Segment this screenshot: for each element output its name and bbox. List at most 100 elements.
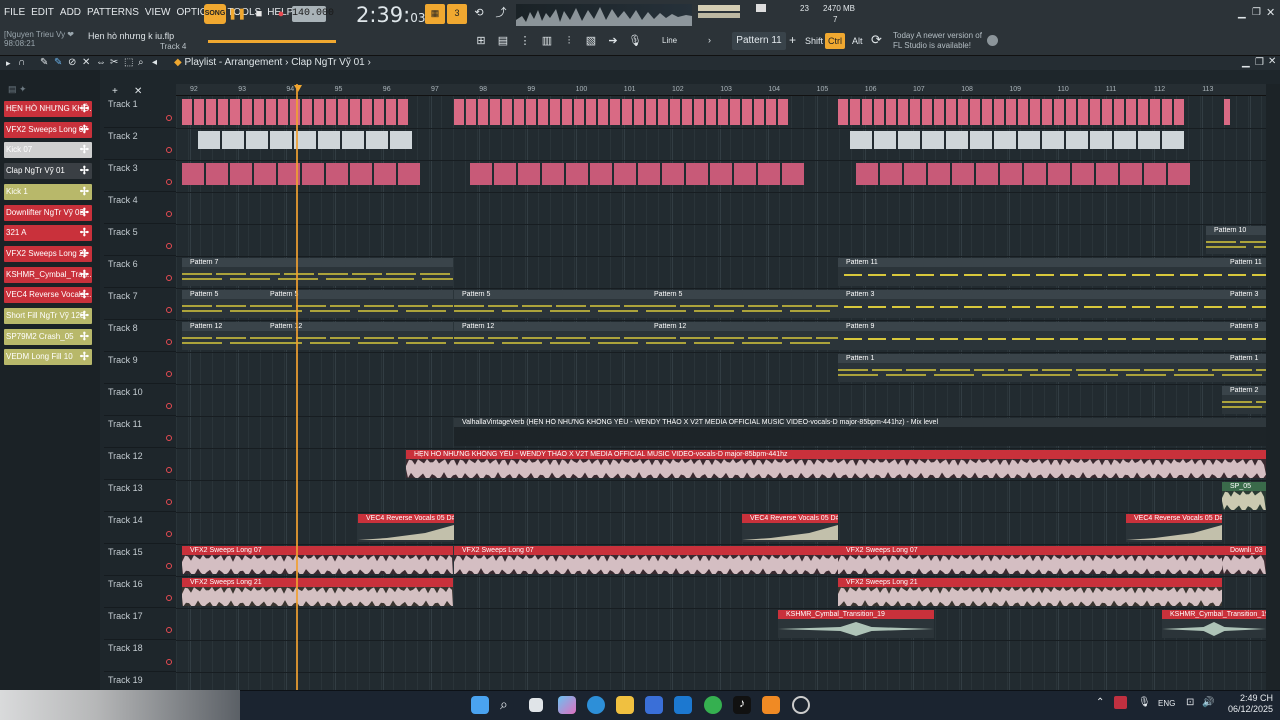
pattern-block[interactable] xyxy=(1078,99,1088,125)
pattern-block[interactable] xyxy=(350,99,360,125)
channel-add-icon[interactable]: ✢ xyxy=(80,184,89,200)
picker-tabs[interactable]: ▤ ✦ xyxy=(8,84,27,95)
master-position-slider[interactable] xyxy=(208,40,336,43)
pattern-block[interactable] xyxy=(634,99,644,125)
playlist-clip[interactable]: Pattern 2 xyxy=(1222,386,1266,414)
track-record-icon[interactable] xyxy=(166,595,172,601)
playlist-clip[interactable]: VFX2 Sweeps Long 21 xyxy=(182,578,453,606)
channel-item[interactable]: Kick 1 ✢ xyxy=(4,183,92,200)
playlist-clip[interactable]: Pattern 5 xyxy=(262,290,453,318)
track-header[interactable]: Track 6 xyxy=(104,256,176,288)
draw-icon[interactable]: ✎ xyxy=(40,57,48,68)
channel-item[interactable]: KSHMR_Cymbal_Tran... ✢ xyxy=(4,266,92,283)
pattern-block[interactable] xyxy=(898,99,908,125)
pattern-block[interactable] xyxy=(182,163,204,185)
channel-add-icon[interactable]: ✢ xyxy=(80,101,89,117)
track-header[interactable]: Track 14 xyxy=(104,512,176,544)
playlist-clip[interactable]: Pattern 12 xyxy=(646,322,838,350)
slice-icon[interactable]: ✂ xyxy=(110,57,118,68)
track-header[interactable]: Track 13 xyxy=(104,480,176,512)
pattern-block[interactable] xyxy=(758,163,780,185)
paint-icon[interactable]: ✎ xyxy=(54,57,62,68)
track-header[interactable]: Track 17 xyxy=(104,608,176,640)
playlist-clip[interactable]: Pattern 12 xyxy=(262,322,453,350)
pattern-block[interactable] xyxy=(1090,99,1100,125)
stop-icon[interactable]: ■ xyxy=(250,5,268,23)
tiktok-icon[interactable]: ♪ xyxy=(733,696,751,714)
pattern-block[interactable] xyxy=(1114,131,1136,149)
pattern-block[interactable] xyxy=(478,99,488,125)
channel-item[interactable]: VFX2 Sweeps Long 07 ✢ xyxy=(4,121,92,138)
magnet-icon[interactable]: ∩ xyxy=(18,57,25,68)
pattern-block[interactable] xyxy=(326,99,336,125)
pattern-block[interactable] xyxy=(526,99,536,125)
pattern-next-icon[interactable]: › xyxy=(708,35,711,45)
track-record-icon[interactable] xyxy=(166,659,172,665)
pattern-block[interactable] xyxy=(1024,163,1046,185)
pitch-slider[interactable] xyxy=(698,13,740,18)
track-header[interactable]: Track 12 xyxy=(104,448,176,480)
playlist-clip[interactable]: Pattern 12 xyxy=(454,322,646,350)
pattern-block[interactable] xyxy=(610,99,620,125)
pattern-block[interactable] xyxy=(838,99,848,125)
pattern-block[interactable] xyxy=(856,163,878,185)
pattern-block[interactable] xyxy=(574,99,584,125)
add-pattern-icon[interactable]: + xyxy=(789,33,796,47)
song-mode-toggle[interactable]: SONG xyxy=(204,4,226,24)
pattern-block[interactable] xyxy=(302,99,312,125)
playlist-clip[interactable]: VFX2 Sweeps Long 21 xyxy=(838,578,1222,606)
news-icon[interactable]: ⟳ xyxy=(871,32,882,48)
speaker-icon[interactable]: 🔊 xyxy=(1202,697,1214,708)
browser-icon[interactable]: ▧ xyxy=(582,32,600,50)
explorer-icon[interactable] xyxy=(616,696,634,714)
alt-key[interactable]: Alt xyxy=(849,33,866,49)
track-header[interactable]: Track 15 xyxy=(104,544,176,576)
track-record-icon[interactable] xyxy=(166,147,172,153)
playlist-restore-icon[interactable]: ❐ xyxy=(1255,57,1264,68)
channel-item[interactable]: HẸN HÒ NHƯNG KHÔ... ✢ xyxy=(4,101,92,117)
channel-item[interactable]: Downlifter NgTr Vỹ 03 ✢ xyxy=(4,204,92,221)
track-record-icon[interactable] xyxy=(166,307,172,313)
pattern-block[interactable] xyxy=(342,131,364,149)
pattern-block[interactable] xyxy=(206,99,216,125)
pattern-block[interactable] xyxy=(270,131,292,149)
playlist-clip[interactable]: HẸN HÒ NHƯNG KHÔNG YÊU - WENDY THẢO X V2… xyxy=(406,450,1266,478)
countdown-icon[interactable]: 3 xyxy=(447,4,467,24)
playlist-clip[interactable]: Pattern 11 xyxy=(838,258,1222,286)
pattern-block[interactable] xyxy=(754,99,764,125)
playlist-clip[interactable]: Pattern 5 xyxy=(454,290,646,318)
track-record-icon[interactable] xyxy=(166,467,172,473)
pattern-block[interactable] xyxy=(398,99,408,125)
eq-icon[interactable]: ⫶ xyxy=(560,32,578,50)
pattern-block[interactable] xyxy=(514,99,524,125)
track-header[interactable]: Track 7 xyxy=(104,288,176,320)
pattern-block[interactable] xyxy=(278,99,288,125)
pattern-block[interactable] xyxy=(242,99,252,125)
playlist-clip[interactable]: ValhallaVintageVerb (HẸN HÒ NHƯNG KHÔNG … xyxy=(454,418,1266,446)
pattern-block[interactable] xyxy=(922,99,932,125)
pattern-block[interactable] xyxy=(874,99,884,125)
time-display[interactable]: 2:39:03 xyxy=(356,3,426,27)
track-header[interactable]: Track 4 xyxy=(104,192,176,224)
record-icon[interactable]: ● xyxy=(272,5,290,23)
pattern-block[interactable] xyxy=(350,163,372,185)
pattern-block[interactable] xyxy=(958,99,968,125)
pattern-block[interactable] xyxy=(314,99,324,125)
playlist-close-icon[interactable]: ✕ xyxy=(1268,56,1276,67)
channel-item[interactable]: Clap NgTr Vỹ 01 ✢ xyxy=(4,163,92,180)
playlist-minimize-icon[interactable]: ▁ xyxy=(1242,57,1250,68)
pattern-block[interactable] xyxy=(658,99,668,125)
pattern-block[interactable] xyxy=(734,163,756,185)
pattern-block[interactable] xyxy=(254,99,264,125)
pattern-block[interactable] xyxy=(254,163,276,185)
channel-add-icon[interactable]: ✢ xyxy=(80,329,89,345)
pattern-block[interactable] xyxy=(562,99,572,125)
channel-add-icon[interactable]: ✢ xyxy=(80,163,89,179)
channel-add-icon[interactable]: ✢ xyxy=(80,225,89,241)
system-clock[interactable]: 2:49 CH 06/12/2025 xyxy=(1228,693,1273,715)
pattern-block[interactable] xyxy=(222,131,244,149)
channel-add-icon[interactable]: ✢ xyxy=(80,246,89,262)
network-icon[interactable]: ⊡ xyxy=(1186,697,1194,708)
globe-icon[interactable] xyxy=(987,35,998,46)
pattern-block[interactable] xyxy=(470,163,492,185)
